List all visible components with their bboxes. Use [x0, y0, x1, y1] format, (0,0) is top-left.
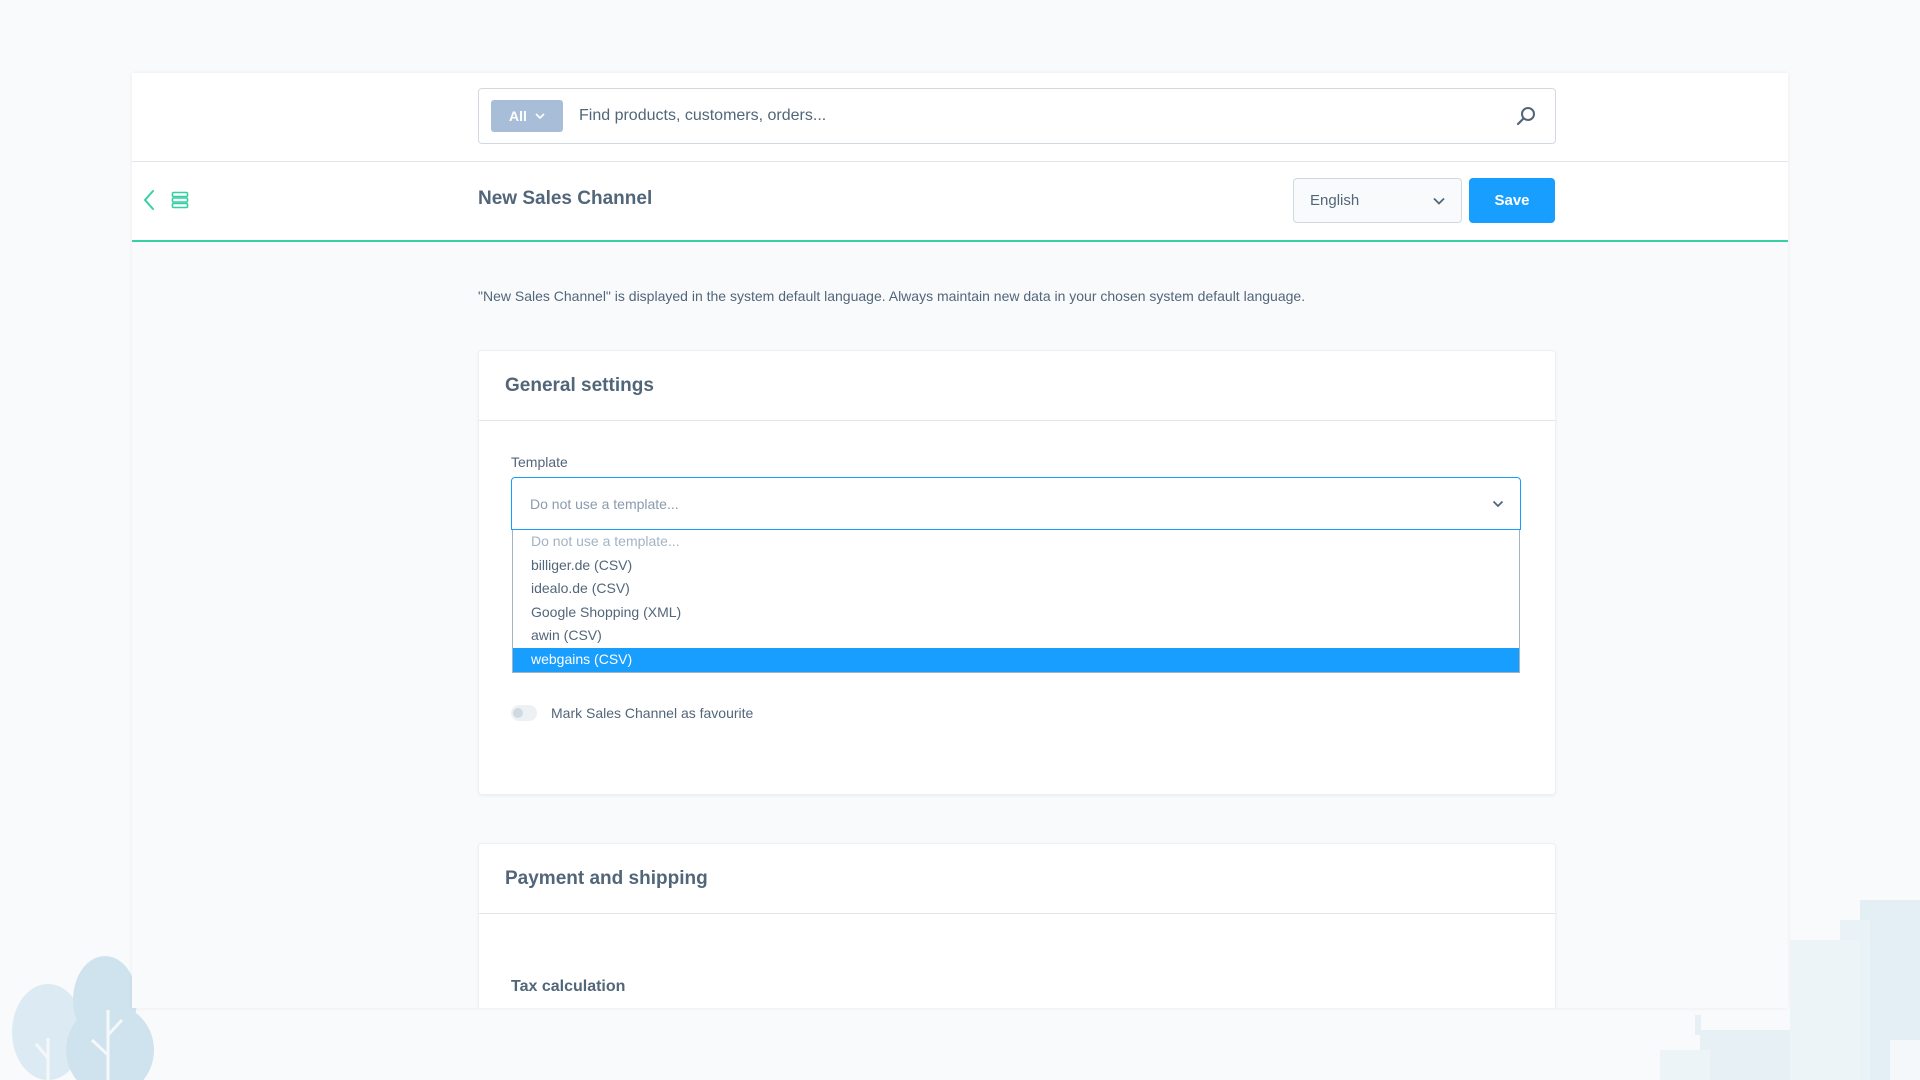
template-select-value: Do not use a template... [530, 495, 679, 512]
favourite-toggle[interactable] [511, 705, 537, 721]
page-content: "New Sales Channel" is displayed in the … [132, 244, 1788, 1008]
template-option[interactable]: billiger.de (CSV) [513, 554, 1519, 578]
chevron-down-icon [1433, 197, 1445, 205]
tax-calculation-label: Tax calculation [511, 978, 626, 995]
payment-shipping-card: Payment and shipping Tax calculation [478, 843, 1556, 1008]
search-icon[interactable] [1515, 105, 1537, 127]
admin-window: All New Sales Channel English [132, 73, 1788, 1008]
back-arrow-icon[interactable] [140, 188, 158, 212]
card-title: General settings [479, 351, 1555, 421]
favourite-row: Mark Sales Channel as favourite [511, 705, 753, 721]
page-title: New Sales Channel [478, 188, 653, 209]
favourite-label: Mark Sales Channel as favourite [551, 705, 754, 721]
language-label: English [1310, 192, 1360, 209]
chevron-down-icon [1492, 500, 1504, 507]
global-search: All [478, 88, 1556, 144]
template-option[interactable]: idealo.de (CSV) [513, 577, 1519, 601]
smart-bar: New Sales Channel English Save [132, 162, 1788, 242]
search-input[interactable] [579, 96, 1515, 136]
template-option[interactable]: Do not use a template... [513, 530, 1519, 554]
save-button[interactable]: Save [1469, 178, 1555, 223]
template-label: Template [511, 454, 568, 470]
language-info-text: "New Sales Channel" is displayed in the … [478, 288, 1306, 304]
language-switch[interactable]: English [1293, 178, 1462, 223]
card-title: Payment and shipping [479, 844, 1555, 914]
template-select[interactable]: Do not use a template... [511, 477, 1521, 530]
chevron-down-icon [535, 113, 545, 120]
top-bar: All [132, 73, 1788, 162]
search-type-dropdown[interactable]: All [491, 100, 563, 132]
template-option[interactable]: awin (CSV) [513, 624, 1519, 648]
general-settings-card: General settings Template Do not use a t… [478, 350, 1556, 795]
template-option-highlighted[interactable]: webgains (CSV) [513, 647, 1519, 672]
sales-channel-module-icon [171, 191, 189, 209]
template-option[interactable]: Google Shopping (XML) [513, 601, 1519, 625]
toggle-knob [513, 708, 523, 718]
search-type-label: All [509, 108, 527, 124]
template-options-list: Do not use a template... billiger.de (CS… [512, 530, 1520, 673]
